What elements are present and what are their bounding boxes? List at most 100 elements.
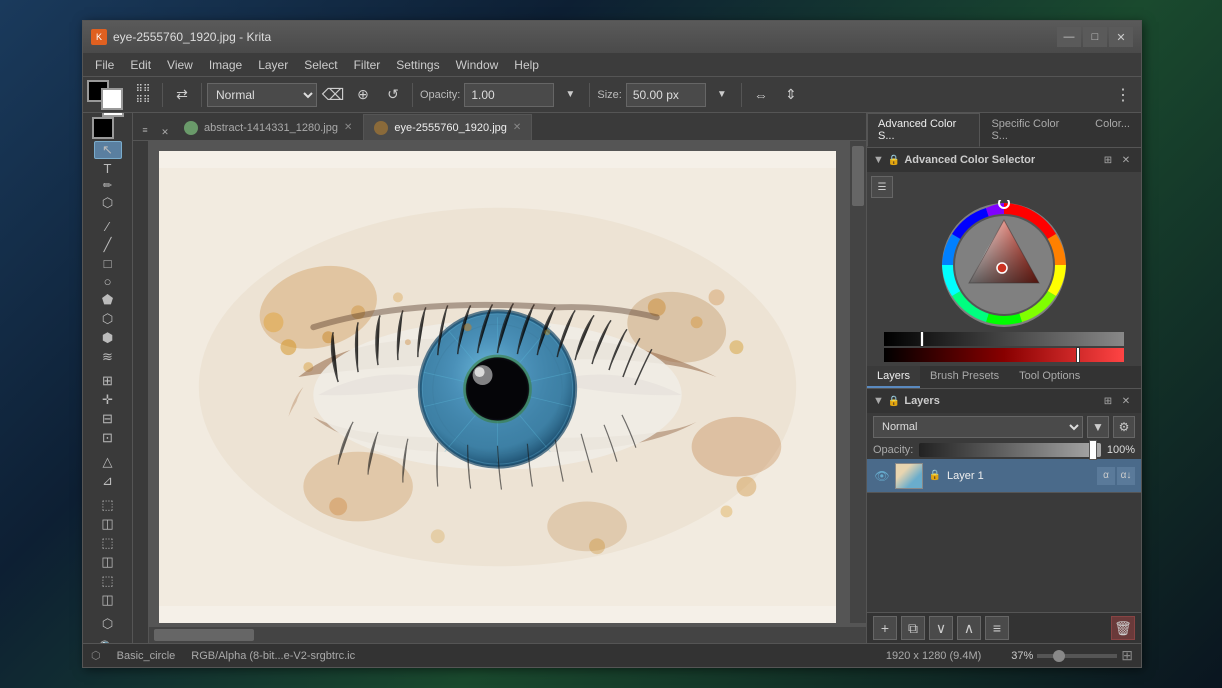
tool-brush[interactable]: ∕ (94, 218, 122, 235)
tool-text[interactable]: T (94, 160, 122, 177)
layer-visibility-toggle[interactable]: 👁 (873, 467, 891, 485)
minimize-button[interactable]: — (1057, 27, 1081, 47)
slider-thumb-2[interactable] (1076, 347, 1080, 363)
more-options-button[interactable]: ⋮ (1109, 81, 1137, 109)
mirror-v-button[interactable]: ⇕ (777, 81, 805, 109)
tool-multibrush[interactable]: ≋ (94, 348, 122, 366)
blend-mode-select[interactable]: Normal Multiply Screen Overlay (207, 83, 317, 107)
layer-row-1[interactable]: 👁 🔒 Layer 1 α α↓ (867, 459, 1141, 493)
zoom-fit-btn[interactable]: ⊞ (1121, 647, 1133, 664)
color-panel-arrow[interactable]: ▼ (873, 154, 884, 166)
tool-fill[interactable]: ⊡ (94, 429, 122, 447)
tool-rect[interactable]: □ (94, 255, 122, 272)
zoom-thumb[interactable] (1053, 650, 1065, 662)
horizontal-scrollbar-thumb[interactable] (154, 629, 254, 641)
tool-selection[interactable]: ↖ (94, 141, 122, 159)
tool-angle[interactable]: ⊿ (94, 472, 122, 490)
tab-close-eye[interactable]: ✕ (513, 122, 521, 133)
layers-opacity-slider[interactable] (919, 443, 1101, 457)
toolbox-foreground-color[interactable] (92, 117, 114, 139)
layers-options-btn[interactable]: ⚙ (1113, 416, 1135, 438)
zoom-slider[interactable] (1037, 654, 1117, 658)
tool-similar-select[interactable]: ◫ (94, 591, 122, 609)
toolbox-background-color[interactable] (102, 113, 124, 117)
move-layer-down-btn[interactable]: ∨ (929, 616, 953, 640)
tool-freehand-select[interactable]: ◫ (94, 553, 122, 571)
tool-line[interactable]: ╱ (94, 236, 122, 254)
mirror-h-button[interactable]: ⇔ (747, 81, 775, 109)
tool-rect-select[interactable]: ⬚ (94, 496, 122, 514)
layers-close-btn[interactable]: ✕ (1117, 392, 1135, 410)
menu-file[interactable]: File (87, 53, 122, 76)
color-wheel-svg[interactable] (884, 200, 1124, 330)
tab-advanced-color[interactable]: Advanced Color S... (867, 113, 980, 147)
layer-properties-btn[interactable]: ≡ (985, 616, 1009, 640)
color-panel-float-btn[interactable]: ⊞ (1099, 151, 1117, 169)
menu-select[interactable]: Select (296, 53, 345, 76)
opacity-thumb[interactable] (1089, 440, 1097, 460)
tab-close-abstract[interactable]: ✕ (344, 122, 352, 133)
undo-button[interactable]: ↺ (379, 81, 407, 109)
tab-layers[interactable]: Layers (867, 366, 920, 388)
layers-filter-btn[interactable]: ▼ (1087, 416, 1109, 438)
menu-settings[interactable]: Settings (388, 53, 447, 76)
tool-polygon[interactable]: ⬟ (94, 291, 122, 309)
tool-pen[interactable]: ✏ (94, 178, 122, 193)
layers-blend-select[interactable]: Normal Multiply Screen (873, 416, 1083, 438)
horizontal-scrollbar[interactable] (149, 627, 850, 643)
pattern-button[interactable]: ⠿⠿⠿⠿ (129, 81, 157, 109)
slider-value-2[interactable] (884, 348, 1124, 362)
vertical-scrollbar-thumb[interactable] (852, 146, 864, 206)
move-layer-up-btn[interactable]: ∧ (957, 616, 981, 640)
size-input[interactable]: 50.00 px (626, 83, 706, 107)
fill-button[interactable]: ⊕ (349, 81, 377, 109)
opacity-down-button[interactable]: ▼ (556, 81, 584, 109)
tab-color[interactable]: Color... (1084, 113, 1141, 147)
tool-measure[interactable]: △ (94, 453, 122, 471)
tab-specific-color[interactable]: Specific Color S... (980, 113, 1084, 147)
swap-colors-button[interactable]: ⇄ (168, 81, 196, 109)
tool-polyline[interactable]: ⬡ (94, 310, 122, 328)
menu-edit[interactable]: Edit (122, 53, 159, 76)
layers-panel-arrow[interactable]: ▼ (873, 395, 884, 407)
tab-abstract[interactable]: abstract-1414331_1280.jpg ✕ (173, 114, 363, 140)
maximize-button[interactable]: □ (1083, 27, 1107, 47)
tool-shapes[interactable]: ⬡ (94, 194, 122, 212)
tool-ellipse-select[interactable]: ◫ (94, 515, 122, 533)
canvas-scroll-area[interactable] (149, 141, 866, 643)
layer-inherit-alpha-btn[interactable]: α↓ (1117, 467, 1135, 485)
layers-float-btn[interactable]: ⊞ (1099, 392, 1117, 410)
tool-polygon-select[interactable]: ⬚ (94, 534, 122, 552)
tab-eye[interactable]: eye-2555760_1920.jpg ✕ (363, 114, 532, 140)
slider-thumb-1[interactable] (920, 331, 924, 347)
canvas-image[interactable] (159, 151, 836, 623)
vertical-scrollbar[interactable] (850, 141, 866, 623)
color-swatches[interactable] (87, 80, 123, 110)
panel-toggle-button[interactable]: ≡ (135, 120, 155, 140)
background-color[interactable] (101, 88, 123, 110)
tab-brush-presets[interactable]: Brush Presets (920, 366, 1009, 388)
tool-contiguous-select[interactable]: ⬚ (94, 572, 122, 590)
size-down-button[interactable]: ▼ (708, 81, 736, 109)
close-button[interactable]: ✕ (1109, 27, 1133, 47)
tool-ellipse[interactable]: ○ (94, 273, 122, 290)
menu-window[interactable]: Window (448, 53, 507, 76)
slider-value-1[interactable] (884, 332, 1124, 346)
color-settings-btn[interactable]: ☰ (871, 176, 893, 198)
eraser-button[interactable]: ⌫ (319, 81, 347, 109)
menu-layer[interactable]: Layer (250, 53, 296, 76)
layer-lock[interactable]: 🔒 (927, 470, 943, 481)
tool-transform[interactable]: ⊞ (94, 372, 122, 390)
layer-alpha-btn[interactable]: α (1097, 467, 1115, 485)
copy-layer-btn[interactable]: ⧉ (901, 616, 925, 640)
menu-image[interactable]: Image (201, 53, 250, 76)
add-layer-btn[interactable]: + (873, 616, 897, 640)
menu-help[interactable]: Help (506, 53, 547, 76)
opacity-input[interactable]: 1.00 (464, 83, 554, 107)
tool-magnetic-select[interactable]: ⬡ (94, 615, 122, 633)
tool-freehand[interactable]: ⬢ (94, 329, 122, 347)
color-panel-close-btn[interactable]: ✕ (1117, 151, 1135, 169)
menu-view[interactable]: View (159, 53, 201, 76)
panel-close-button[interactable]: ✕ (157, 124, 173, 140)
tab-tool-options[interactable]: Tool Options (1009, 366, 1090, 388)
